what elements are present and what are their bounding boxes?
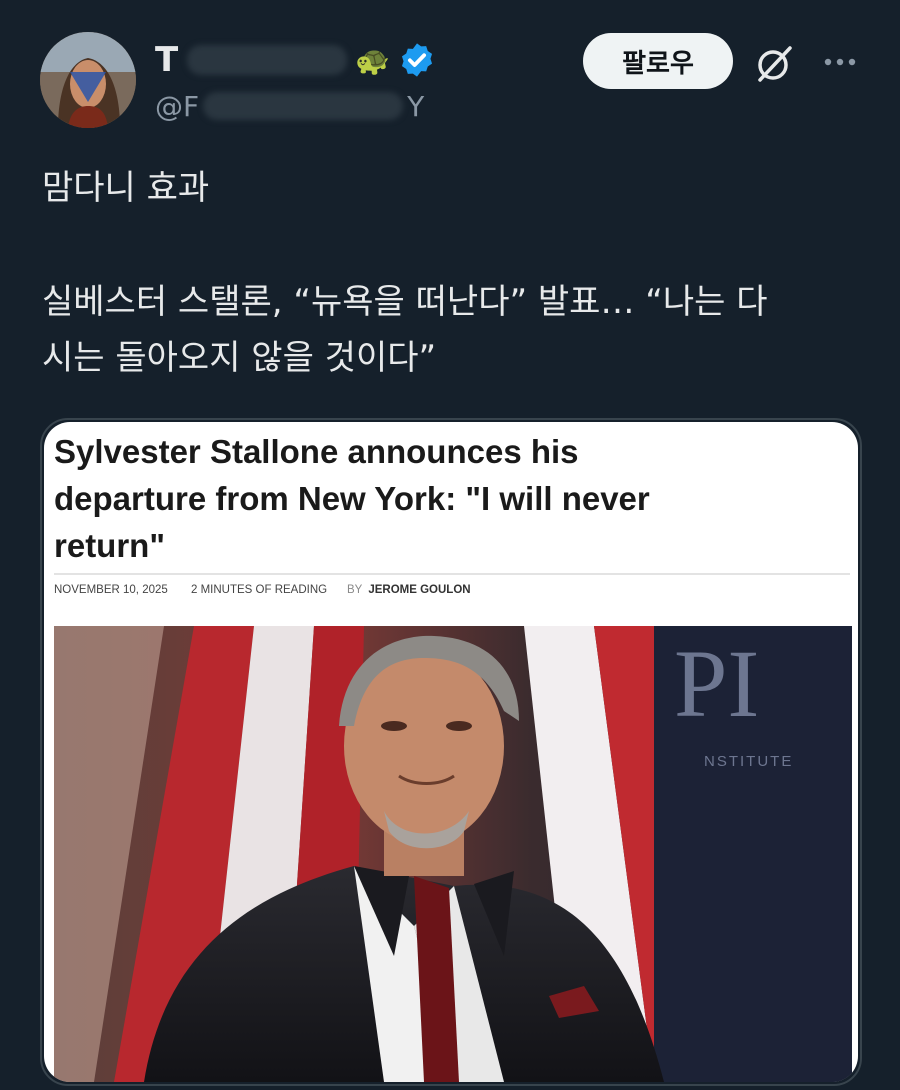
grok-icon[interactable]	[752, 40, 798, 86]
article-screenshot[interactable]: Sylvester Stallone announces his departu…	[44, 422, 858, 1082]
author-name: JEROME GOULON	[368, 584, 471, 596]
article-date: NOVEMBER 10, 2025	[54, 584, 168, 596]
article-title: Sylvester Stallone announces his departu…	[54, 428, 844, 569]
handle-tail: Y	[407, 89, 425, 123]
turtle-emoji-icon: 🐢	[355, 43, 391, 77]
avatar[interactable]	[40, 32, 136, 128]
article-reading-time: 2 MINUTES OF READING	[191, 584, 328, 596]
tweet-header: T 🐢 @F Y 팔로우	[0, 0, 900, 140]
handle: @F	[155, 89, 200, 123]
backdrop-word: NSTITUTE	[704, 753, 793, 770]
tweet-line: 시는 돌아오지 않을 것이다”	[42, 338, 437, 378]
follow-button[interactable]: 팔로우	[583, 33, 733, 89]
article-title-line: Sylvester Stallone announces his	[54, 433, 579, 470]
article-title-line: departure from New York: "I will never	[54, 480, 650, 517]
display-name-row[interactable]: T 🐢	[155, 36, 436, 84]
article-author: BY JEROME GOULON	[347, 579, 471, 601]
handle-row: @F Y	[155, 86, 424, 126]
media-card[interactable]: Sylvester Stallone announces his departu…	[40, 418, 862, 1086]
article-photo: PI NSTITUTE	[54, 626, 852, 1082]
verified-badge-icon	[398, 41, 436, 79]
more-dots-icon[interactable]	[815, 44, 865, 80]
backdrop-letters: PI	[674, 630, 759, 737]
divider	[54, 573, 850, 575]
author-prefix: BY	[347, 584, 363, 596]
tweet-text: 맘다니 효과 실베스터 스탤론, “뉴욕을 떠난다” 발표… “나는 다 시는 …	[42, 160, 872, 386]
article-title-line: return"	[54, 527, 165, 564]
tweet-line: 실베스터 스탤론, “뉴욕을 떠난다” 발표… “나는 다	[42, 282, 768, 322]
redacted-name	[187, 45, 348, 75]
redacted-handle	[203, 92, 404, 120]
tweet-line: 맘다니 효과	[42, 168, 210, 208]
display-name[interactable]: T	[155, 40, 179, 80]
